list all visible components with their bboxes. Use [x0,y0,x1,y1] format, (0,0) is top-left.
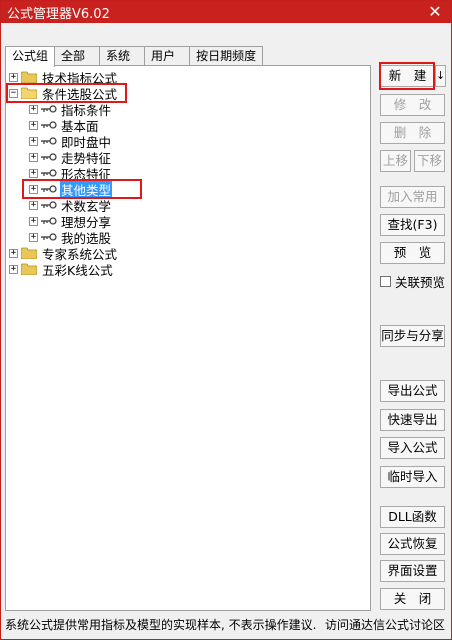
title-bar: 公式管理器V6.02 ✕ [1,1,451,23]
temp-import-button[interactable]: 临时导入 [380,466,445,488]
formula-key-icon [41,121,57,129]
export-formula-button[interactable]: 导出公式 [380,380,445,402]
sync-share-button[interactable]: 同步与分享 [380,325,445,347]
delete-button[interactable]: 删 除 [380,122,445,144]
formula-restore-button[interactable]: 公式恢复 [380,533,445,555]
status-bar: 系统公式提供常用指标及模型的实现样本, 不表示操作建议. 访问通达信公式讨论区 [5,617,449,635]
tree-group-label: 五彩K线公式 [42,262,113,278]
move-up-button[interactable]: 上移 [380,150,411,172]
tab-bar: 公式组 全部 系统 用户 按日期频度 [5,46,264,67]
folder-icon [21,263,37,275]
link-preview-option[interactable]: 关联预览 [380,272,445,291]
link-preview-label: 关联预览 [395,275,446,290]
window-title: 公式管理器V6.02 [7,6,110,22]
formula-key-icon [41,137,57,145]
formula-key-icon [41,105,57,113]
expand-icon[interactable]: + [29,152,38,162]
move-down-button[interactable]: 下移 [414,150,445,172]
expand-icon[interactable]: + [29,216,38,226]
formula-key-icon [41,169,57,177]
find-button[interactable]: 查找(F3) [380,214,445,236]
forum-link[interactable]: 访问通达信公式讨论区 [325,617,445,633]
folder-icon [21,71,37,83]
quick-export-button[interactable]: 快速导出 [380,409,445,431]
status-disclaimer: 系统公式提供常用指标及模型的实现样本, 不表示操作建议. [5,618,317,632]
dll-function-button[interactable]: DLL函数 [380,506,445,528]
tab-all[interactable]: 全部 [54,46,101,66]
formula-manager-window: 公式管理器V6.02 ✕ 公式组 全部 系统 用户 按日期频度 + 技术指标公式… [0,0,452,640]
folder-icon [21,247,37,259]
expand-icon[interactable]: + [29,136,38,146]
formula-key-icon [41,201,57,209]
close-button[interactable]: 关 闭 [380,588,445,610]
highlight-box-new [379,62,435,90]
expand-icon[interactable]: + [29,232,38,242]
tree-group-colored-kline[interactable]: + 五彩K线公式 [9,261,114,278]
tab-formula-group[interactable]: 公式组 [5,46,56,67]
expand-icon[interactable]: + [9,72,18,82]
tab-system[interactable]: 系统 [99,46,146,66]
modify-button[interactable]: 修 改 [380,94,445,116]
formula-key-icon [41,233,57,241]
tab-by-date-frequency[interactable]: 按日期频度 [189,46,264,66]
expand-icon[interactable]: + [9,264,18,274]
expand-icon[interactable]: + [9,248,18,258]
tab-user[interactable]: 用户 [144,46,191,66]
expand-icon[interactable]: + [29,120,38,130]
ui-settings-button[interactable]: 界面设置 [380,560,445,582]
expand-icon[interactable]: + [29,200,38,210]
preview-button[interactable]: 预 览 [380,242,445,264]
expand-icon[interactable]: + [29,168,38,178]
formula-key-icon [41,217,57,225]
add-to-common-button[interactable]: 加入常用 [380,186,445,208]
new-dropdown-icon[interactable]: ↓ [435,65,446,87]
formula-key-icon [41,153,57,161]
link-preview-checkbox[interactable] [380,276,391,287]
expand-icon[interactable]: + [29,104,38,114]
close-icon[interactable]: ✕ [425,2,445,22]
import-formula-button[interactable]: 导入公式 [380,437,445,459]
